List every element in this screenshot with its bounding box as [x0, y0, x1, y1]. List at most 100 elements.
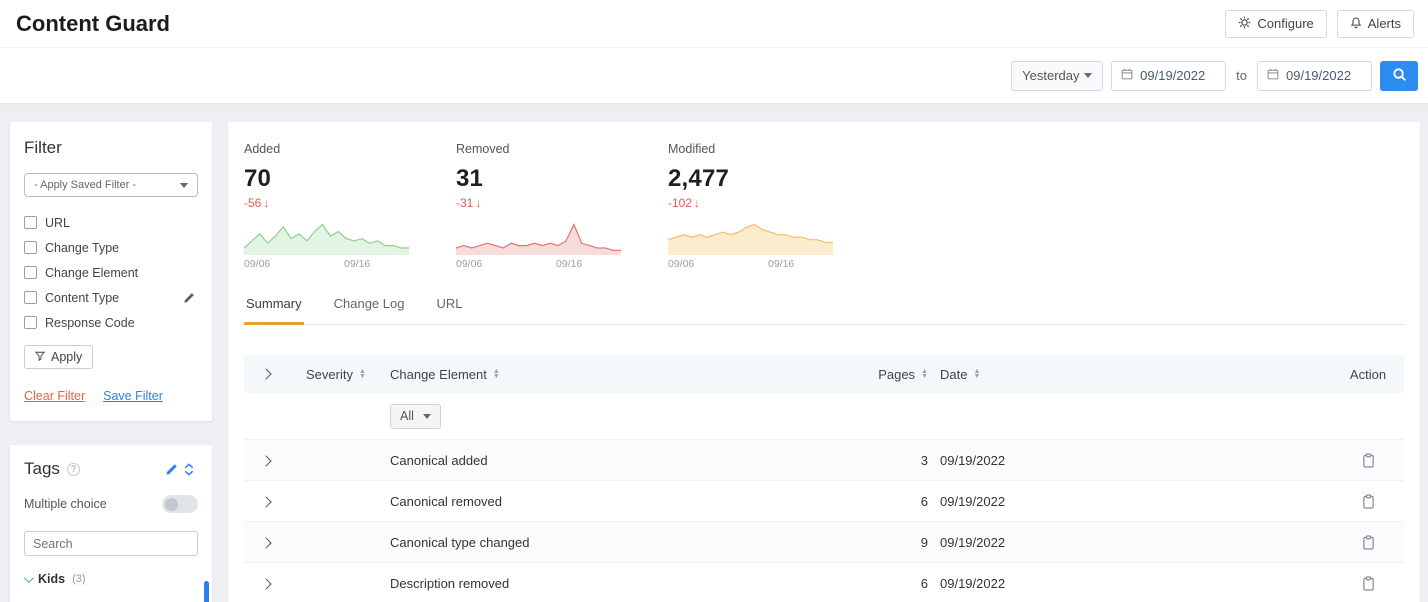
tag-item-kids[interactable]: Kids (3): [23, 572, 198, 586]
date-bar: Yesterday to: [0, 48, 1428, 103]
chevron-down-icon: [23, 572, 34, 583]
table-row[interactable]: Canonical added 3 09/19/2022: [244, 439, 1404, 480]
change-element-filter-select[interactable]: All: [390, 403, 441, 429]
axis-label-start: 09/06: [456, 258, 483, 270]
down-arrow-icon: ↓: [694, 196, 701, 210]
removed-sparkline: [456, 223, 621, 255]
tag-label: Kids: [38, 572, 66, 586]
stat-value: 70: [244, 165, 272, 192]
tab-change-log[interactable]: Change Log: [332, 296, 407, 325]
saved-filter-value: - Apply Saved Filter -: [34, 179, 137, 191]
tags-search-input[interactable]: [24, 531, 198, 556]
calendar-icon: [1267, 67, 1279, 85]
checkbox[interactable]: [24, 216, 37, 229]
top-bar: Content Guard Configure Alerts: [0, 0, 1428, 48]
sparkline-axis-labels: 09/06 09/16: [244, 258, 409, 272]
content-area: Filter - Apply Saved Filter - URL Change…: [0, 103, 1428, 602]
bell-icon: [1350, 16, 1362, 32]
chevron-down-icon: [180, 182, 188, 188]
top-actions: Configure Alerts: [1225, 9, 1414, 38]
filter-checkbox-content-type[interactable]: Content Type: [24, 285, 198, 310]
date-header: Date ▲ ▼: [932, 367, 1332, 382]
chevron-right-icon[interactable]: [260, 577, 272, 590]
table-row[interactable]: Canonical type changed 9 09/19/2022: [244, 521, 1404, 562]
checkbox-label: Content Type: [45, 290, 120, 305]
scrollbar-thumb[interactable]: [204, 581, 209, 602]
chevron-right-icon[interactable]: [260, 454, 272, 467]
table-row[interactable]: Canonical removed 6 09/19/2022: [244, 480, 1404, 521]
axis-label-start: 09/06: [668, 258, 695, 270]
chevron-right-icon[interactable]: [260, 495, 272, 508]
delta-value: -31: [456, 196, 474, 210]
sidebar: Filter - Apply Saved Filter - URL Change…: [10, 122, 212, 602]
pencil-icon[interactable]: [162, 460, 180, 478]
clipboard-icon[interactable]: [1359, 451, 1377, 469]
sort-icon[interactable]: ▲ ▼: [359, 368, 366, 380]
column-label: Severity: [306, 366, 353, 382]
stat-value: 31: [456, 165, 484, 192]
tab-summary[interactable]: Summary: [244, 296, 304, 325]
filter-links: Clear Filter Save Filter: [24, 389, 198, 403]
added-sparkline: [244, 223, 409, 255]
filter-checkbox-change-type[interactable]: Change Type: [24, 235, 198, 260]
stat-delta: -56 ↓: [244, 196, 456, 210]
apply-filter-button[interactable]: Apply: [24, 345, 94, 369]
alerts-button[interactable]: Alerts: [1336, 9, 1414, 38]
checkbox[interactable]: [24, 266, 37, 279]
filter-checkbox-response-code[interactable]: Response Code: [24, 310, 198, 335]
chevron-right-icon[interactable]: [260, 368, 272, 380]
collapse-icon[interactable]: [180, 460, 198, 478]
tab-url[interactable]: URL: [434, 296, 464, 325]
search-button[interactable]: [1380, 60, 1418, 91]
tag-count: (3): [72, 573, 86, 585]
end-date-field[interactable]: [1257, 60, 1372, 91]
start-date-input[interactable]: [1140, 68, 1217, 83]
checkbox-label: Response Code: [45, 315, 135, 330]
configure-button[interactable]: Configure: [1225, 9, 1327, 38]
multiple-choice-toggle[interactable]: [162, 495, 198, 513]
checkbox[interactable]: [24, 316, 37, 329]
checkbox-label: URL: [45, 215, 71, 230]
table-row[interactable]: Description removed 6 09/19/2022: [244, 562, 1404, 602]
checkbox[interactable]: [24, 291, 37, 304]
save-filter-link[interactable]: Save Filter: [103, 389, 163, 403]
stat-added: Added 70 -56 ↓ 09/06 09/16: [244, 142, 456, 272]
clear-filter-link[interactable]: Clear Filter: [24, 389, 85, 403]
end-date-input[interactable]: [1286, 68, 1362, 83]
date-cell: 09/19/2022: [940, 452, 1006, 468]
pencil-icon[interactable]: [180, 289, 198, 307]
modified-sparkline: [668, 223, 833, 255]
alerts-label: Alerts: [1367, 16, 1401, 31]
sort-icon[interactable]: ▲ ▼: [493, 368, 500, 380]
change-element-cell: Canonical removed: [390, 493, 503, 509]
saved-filter-select[interactable]: - Apply Saved Filter -: [24, 173, 198, 197]
severity-header: Severity ▲ ▼: [306, 367, 390, 382]
search-icon: [1392, 67, 1407, 85]
date-preset-value: Yesterday: [1022, 68, 1080, 83]
date-preset-select[interactable]: Yesterday: [1011, 60, 1104, 91]
chevron-right-icon[interactable]: [260, 536, 272, 549]
expand-all-cell: [260, 368, 306, 380]
help-icon[interactable]: ?: [66, 462, 80, 476]
filter-checkbox-change-element[interactable]: Change Element: [24, 260, 198, 285]
multiple-choice-row: Multiple choice: [24, 495, 198, 513]
stat-label: Modified: [668, 142, 716, 156]
axis-label-end: 09/16: [344, 258, 371, 270]
start-date-field[interactable]: [1111, 60, 1227, 91]
clipboard-icon[interactable]: [1359, 533, 1377, 551]
down-arrow-icon: ↓: [263, 196, 270, 210]
stat-modified: Modified 2,477 -102 ↓ 09/06 09/16: [668, 142, 880, 272]
sort-icon[interactable]: ▲ ▼: [921, 368, 928, 380]
pages-cell: 6: [920, 493, 928, 509]
tags-panel: Tags ? Multiple choice Search Kids (3): [10, 445, 212, 602]
clipboard-icon[interactable]: [1359, 492, 1377, 510]
multiple-choice-label: Multiple choice: [24, 497, 107, 511]
clipboard-icon[interactable]: [1359, 574, 1377, 592]
checkbox-label: Change Type: [45, 240, 120, 255]
date-cell: 09/19/2022: [940, 493, 1006, 509]
configure-label: Configure: [1257, 16, 1314, 31]
date-cell: 09/19/2022: [940, 534, 1006, 550]
checkbox[interactable]: [24, 241, 37, 254]
filter-checkbox-url[interactable]: URL: [24, 210, 198, 235]
sort-icon[interactable]: ▲ ▼: [973, 368, 980, 380]
